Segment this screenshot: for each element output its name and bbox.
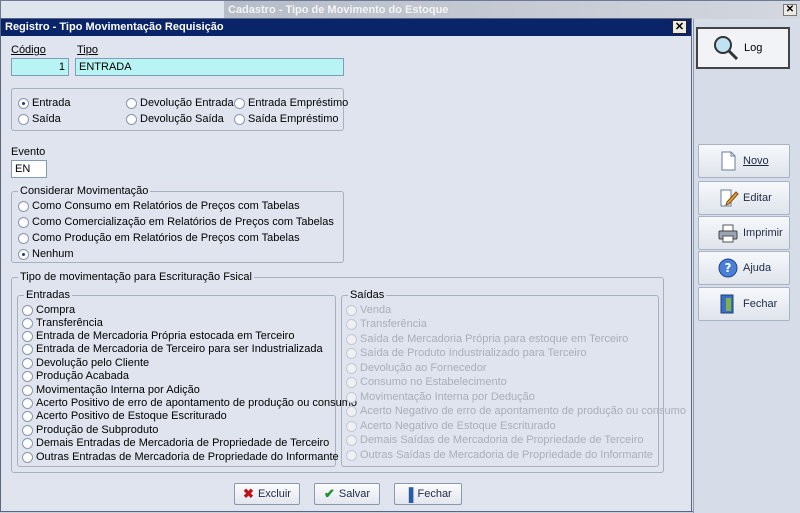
radio-saida-emprestimo[interactable]: Saída Empréstimo — [234, 113, 338, 125]
dialog-title: Registro - Tipo Movimentação Requisição — [5, 21, 224, 33]
radio-entrada-option[interactable]: Transferência — [22, 317, 103, 329]
background-close-icon[interactable]: ✕ — [783, 4, 797, 16]
background-window-titlebar: Cadastro - Tipo de Movimento do Estoque … — [224, 1, 800, 19]
radio-nenhum[interactable]: Nenhum — [18, 248, 74, 260]
background-window-title: Cadastro - Tipo de Movimento do Estoque — [228, 4, 449, 16]
door-icon: ▐ — [404, 486, 414, 502]
dialog-titlebar: Registro - Tipo Movimentação Requisição … — [1, 19, 691, 36]
radio-saida-option: Transferência — [346, 318, 427, 330]
evento-input[interactable]: EN — [11, 160, 47, 178]
log-button[interactable]: Log — [696, 27, 790, 69]
fiscal-group: Tipo de movimentação para Escrituração F… — [11, 271, 686, 473]
radio-entrada-option[interactable]: Movimentação Interna por Adição — [22, 384, 200, 396]
radio-devolucao-entrada[interactable]: Devolução Entrada — [126, 97, 234, 109]
radio-consumo[interactable]: Como Consumo em Relatórios de Preços com… — [18, 200, 300, 212]
fechar-button[interactable]: ▐ Fechar — [394, 483, 462, 505]
radio-saida-option: Consumo no Estabelecimento — [346, 376, 507, 388]
radio-saida-option: Devolução ao Fornecedor — [346, 362, 487, 374]
registro-dialog: Registro - Tipo Movimentação Requisição … — [0, 18, 692, 512]
dialog-close-icon[interactable]: ✕ — [672, 20, 687, 34]
edit-icon — [717, 187, 739, 209]
radio-entrada-option[interactable]: Produção de Subproduto — [22, 424, 158, 436]
saidas-legend: Saídas — [348, 289, 387, 301]
radio-entrada-option[interactable]: Outras Entradas de Mercadoria de Proprie… — [22, 451, 339, 463]
radio-saida-option: Venda — [346, 304, 391, 316]
excluir-label: Excluir — [257, 488, 291, 500]
radio-entrada-emprestimo[interactable]: Entrada Empréstimo — [234, 97, 348, 109]
radio-saida-option: Movimentação Interna por Dedução — [346, 391, 535, 403]
radio-entrada[interactable]: Entrada — [18, 97, 71, 109]
codigo-label: Código — [11, 44, 46, 56]
delete-x-icon: ✖ — [243, 486, 254, 501]
salvar-button[interactable]: ✔ Salvar — [314, 483, 380, 505]
printer-icon — [717, 222, 739, 244]
editar-label: Editar — [743, 192, 772, 204]
side-fechar-button[interactable]: Fechar — [698, 287, 790, 321]
radio-entrada-option[interactable]: Devolução pelo Cliente — [22, 357, 149, 369]
radio-entrada-option[interactable]: Acerto Positivo de Estoque Escriturado — [22, 410, 227, 422]
radio-entrada-option[interactable]: Compra — [22, 304, 75, 316]
excluir-button[interactable]: ✖ Excluir — [234, 483, 300, 505]
help-icon: ? — [717, 257, 739, 279]
tipo-input[interactable]: ENTRADA — [75, 58, 344, 76]
entradas-group: Entradas Compra Transferência Entrada de… — [17, 289, 357, 467]
log-label: Log — [744, 42, 763, 54]
imprimir-label: Imprimir — [743, 227, 783, 239]
radio-saida-option: Saída de Produto Industrializado para Te… — [346, 347, 587, 359]
fechar-label: Fechar — [417, 488, 452, 500]
radio-entrada-option[interactable]: Demais Entradas de Mercadoria de Proprie… — [22, 437, 329, 449]
side-fechar-label: Fechar — [743, 298, 778, 310]
radio-entrada-option[interactable]: Entrada de Mercadoria de Terceiro para s… — [22, 343, 323, 355]
evento-label: Evento — [11, 146, 46, 158]
saidas-group: Saídas Venda Transferência Saída de Merc… — [341, 289, 686, 467]
new-document-icon — [717, 150, 739, 172]
considerar-legend: Considerar Movimentação — [18, 185, 151, 197]
radio-saida-option: Saída de Mercadoria Própria para estoque… — [346, 333, 628, 345]
radio-entrada-option[interactable]: Entrada de Mercadoria Própria estocada e… — [22, 330, 294, 342]
tipo-label: Tipo — [77, 44, 98, 56]
editar-button[interactable]: Editar — [698, 181, 790, 215]
radio-saida[interactable]: Saída — [18, 113, 61, 125]
codigo-input[interactable]: 1 — [11, 58, 69, 76]
radio-producao[interactable]: Como Produção em Relatórios de Preços co… — [18, 232, 300, 244]
side-toolbar: Log Novo Editar Imprimir ? Ajuda Fechar — [693, 19, 800, 513]
exit-door-icon — [717, 293, 739, 315]
magnifier-icon — [712, 34, 740, 62]
ajuda-button[interactable]: ? Ajuda — [698, 251, 790, 285]
fiscal-legend: Tipo de movimentação para Escrituração F… — [18, 271, 254, 283]
radio-entrada-option[interactable]: Produção Acabada — [22, 370, 129, 382]
novo-label: Novo — [743, 155, 769, 167]
radio-comercializacao[interactable]: Como Comercialização em Relatórios de Pr… — [18, 216, 334, 228]
radio-devolucao-saida[interactable]: Devolução Saída — [126, 113, 224, 125]
radio-saida-option: Acerto Negativo de erro de apontamento d… — [346, 405, 686, 417]
entradas-legend: Entradas — [24, 289, 73, 301]
radio-saida-option: Demais Saídas de Mercadoria de Proprieda… — [346, 434, 644, 446]
imprimir-button[interactable]: Imprimir — [698, 216, 790, 250]
novo-button[interactable]: Novo — [698, 144, 790, 178]
considerar-group: Considerar Movimentação Como Consumo em … — [11, 185, 344, 263]
ajuda-label: Ajuda — [743, 262, 772, 274]
checkmark-icon: ✔ — [323, 486, 335, 501]
radio-entrada-option[interactable]: Acerto Positivo de erro de apontamento d… — [22, 397, 357, 409]
radio-saida-option: Outras Saídas de Mercadoria de Proprieda… — [346, 449, 653, 461]
svg-text:?: ? — [725, 261, 732, 275]
radio-saida-option: Acerto Negativo de Estoque Escriturado — [346, 420, 556, 432]
salvar-label: Salvar — [338, 488, 371, 500]
movement-type-group: Entrada Devolução Entrada Entrada Emprés… — [11, 88, 348, 131]
